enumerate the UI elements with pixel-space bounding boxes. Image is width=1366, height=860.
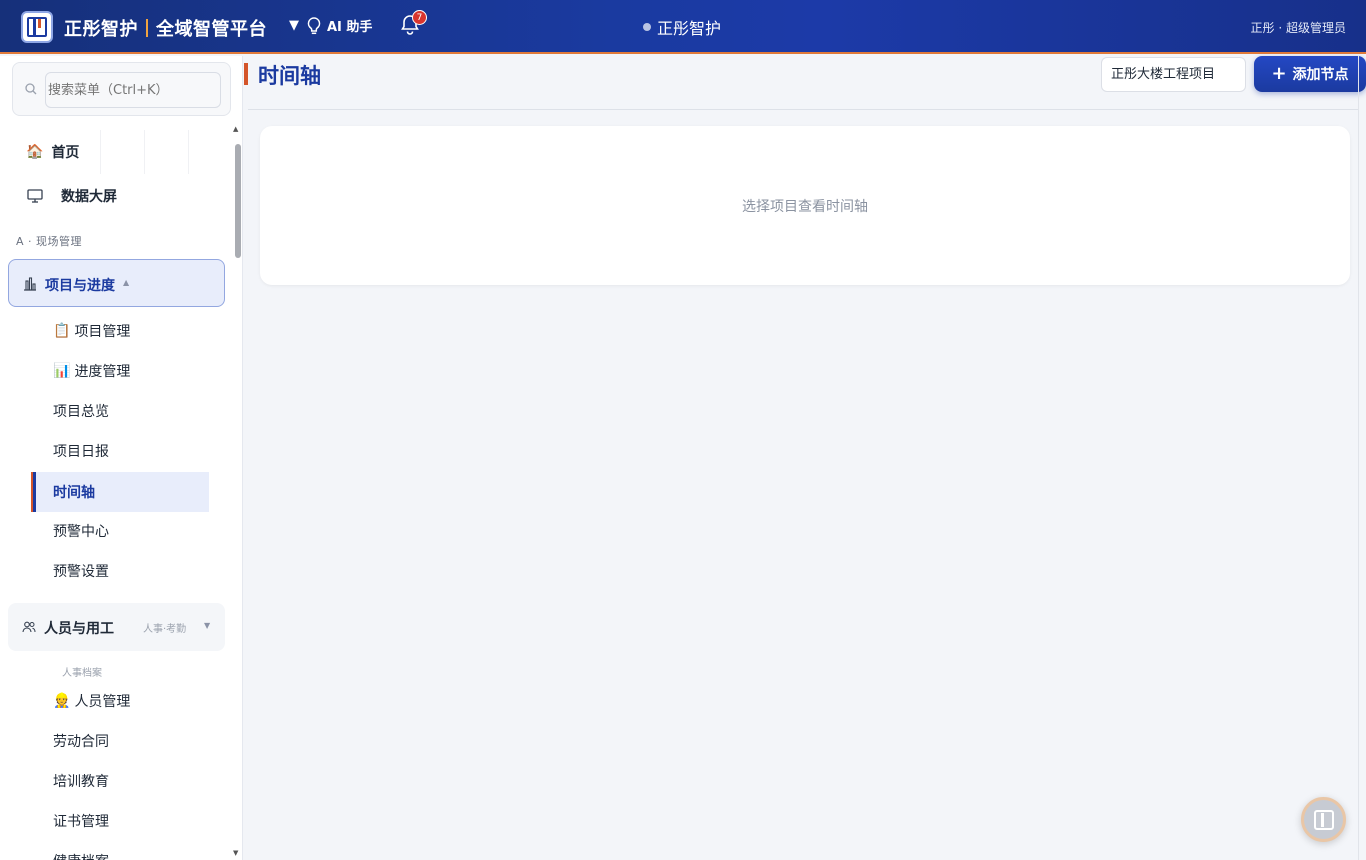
notification-badge: 7 bbox=[412, 10, 427, 25]
page-title: 时间轴 bbox=[258, 64, 321, 88]
logo-icon bbox=[1314, 810, 1334, 830]
home-row-divider bbox=[100, 130, 230, 174]
ai-assistant-button[interactable]: AI 助手 bbox=[307, 16, 372, 35]
sub-section-hr-records: 人事档案 bbox=[62, 668, 102, 679]
nav-health-records-label: 健康档案 bbox=[53, 851, 109, 860]
chevron-down-icon: ▼ bbox=[204, 621, 211, 630]
nav-project-daily[interactable]: 项目日报 bbox=[53, 441, 109, 461]
nav-training[interactable]: 培训教育 bbox=[53, 771, 109, 791]
group-project-label: 项目与进度 bbox=[45, 278, 115, 294]
nav-home[interactable]: 🏠 首页 bbox=[26, 142, 79, 162]
chart-icon: 📊 bbox=[53, 363, 71, 379]
nav-health-records[interactable]: 健康档案 bbox=[53, 851, 109, 860]
timeline-card: 选择项目查看时间轴 bbox=[260, 126, 1350, 285]
nav-alert-center[interactable]: 预警中心 bbox=[53, 521, 109, 541]
ai-assistant-label: AI 助手 bbox=[327, 20, 373, 35]
house-icon: 🏠 bbox=[26, 144, 44, 160]
right-border bbox=[1358, 56, 1359, 860]
platform-name: 全域智管平台 bbox=[156, 19, 267, 40]
users-icon bbox=[22, 621, 36, 633]
group-staff[interactable]: 人员与用工 人事·考勤 ▼ bbox=[8, 603, 225, 651]
nav-data-screen-label: 数据大屏 bbox=[61, 189, 117, 205]
nav-timeline-label[interactable]: 时间轴 bbox=[53, 482, 95, 502]
nav-data-screen[interactable]: 数据大屏 bbox=[27, 186, 117, 206]
sidebar: 🏠 首页 数据大屏 A · 现场管理 项目与进度 ▲ 📋 项目管理 📊 进度管理… bbox=[0, 56, 243, 860]
bar-chart-icon bbox=[24, 277, 36, 291]
nav-alert-center-label: 预警中心 bbox=[53, 524, 109, 540]
nav-project-overview[interactable]: 项目总览 bbox=[53, 401, 109, 421]
nav-certificates-label: 证书管理 bbox=[53, 814, 109, 830]
nav-alert-settings[interactable]: 预警设置 bbox=[53, 561, 109, 581]
scroll-down-arrow[interactable]: ▼ bbox=[233, 849, 238, 857]
header-divider bbox=[248, 109, 1358, 110]
nav-project-management-label: 项目管理 bbox=[74, 324, 131, 340]
nav-staff-management-label: 人员管理 bbox=[74, 694, 131, 710]
menu-search bbox=[12, 62, 231, 116]
platform-switch-caret[interactable]: ▼ bbox=[289, 18, 299, 33]
nav-project-daily-label: 项目日报 bbox=[53, 444, 109, 460]
brand-divider bbox=[146, 19, 148, 37]
section-site-management: A · 现场管理 bbox=[16, 235, 83, 248]
nav-labor-contract[interactable]: 劳动合同 bbox=[53, 731, 109, 751]
nav-labor-contract-label: 劳动合同 bbox=[53, 734, 109, 750]
top-bar: 正彤智护 全域智管平台 ▼ AI 助手 7 正彤智护 正彤 · 超级管理员 bbox=[0, 0, 1366, 54]
group-staff-label: 人员与用工 bbox=[44, 621, 114, 637]
search-icon bbox=[25, 83, 37, 95]
plus-icon: + bbox=[1271, 63, 1287, 84]
monitor-icon bbox=[27, 189, 43, 203]
user-menu[interactable]: 正彤 · 超级管理员 bbox=[1251, 19, 1346, 36]
search-input[interactable] bbox=[45, 72, 221, 108]
group-project-progress[interactable]: 项目与进度 ▲ bbox=[8, 259, 225, 307]
nav-project-management[interactable]: 📋 项目管理 bbox=[53, 321, 130, 341]
nav-training-label: 培训教育 bbox=[53, 774, 109, 790]
chevron-up-icon: ▲ bbox=[123, 278, 130, 287]
center-title-text: 正彤智护 bbox=[657, 19, 722, 38]
group-staff-tags: 人事·考勤 bbox=[143, 624, 187, 635]
nav-progress-management[interactable]: 📊 进度管理 bbox=[53, 361, 130, 381]
nav-home-label: 首页 bbox=[51, 145, 80, 161]
scroll-up-arrow[interactable]: ▲ bbox=[233, 125, 238, 133]
app-logo[interactable] bbox=[21, 11, 53, 43]
status-dot bbox=[643, 23, 651, 31]
sidebar-scrollbar[interactable] bbox=[235, 144, 241, 258]
title-accent-bar bbox=[244, 63, 248, 85]
nav-progress-management-label: 进度管理 bbox=[74, 364, 131, 380]
empty-state-text: 选择项目查看时间轴 bbox=[742, 199, 868, 215]
brand-name: 正彤智护 bbox=[64, 19, 138, 40]
add-node-label: 添加节点 bbox=[1292, 67, 1349, 83]
worker-icon: 👷 bbox=[53, 693, 71, 709]
nav-staff-management[interactable]: 👷 人员管理 bbox=[53, 691, 130, 711]
lightbulb-icon bbox=[307, 16, 321, 34]
nav-alert-settings-label: 预警设置 bbox=[53, 564, 109, 580]
center-title: 正彤智护 bbox=[643, 15, 721, 39]
floating-logo-button[interactable] bbox=[1301, 797, 1346, 842]
brand: 正彤智护 全域智管平台 bbox=[64, 15, 267, 41]
nav-project-overview-label: 项目总览 bbox=[53, 404, 109, 420]
clipboard-icon: 📋 bbox=[53, 323, 71, 339]
project-select[interactable]: 正彤大楼工程项目 bbox=[1101, 57, 1246, 92]
nav-certificates[interactable]: 证书管理 bbox=[53, 811, 109, 831]
add-node-button[interactable]: + 添加节点 bbox=[1254, 56, 1366, 92]
